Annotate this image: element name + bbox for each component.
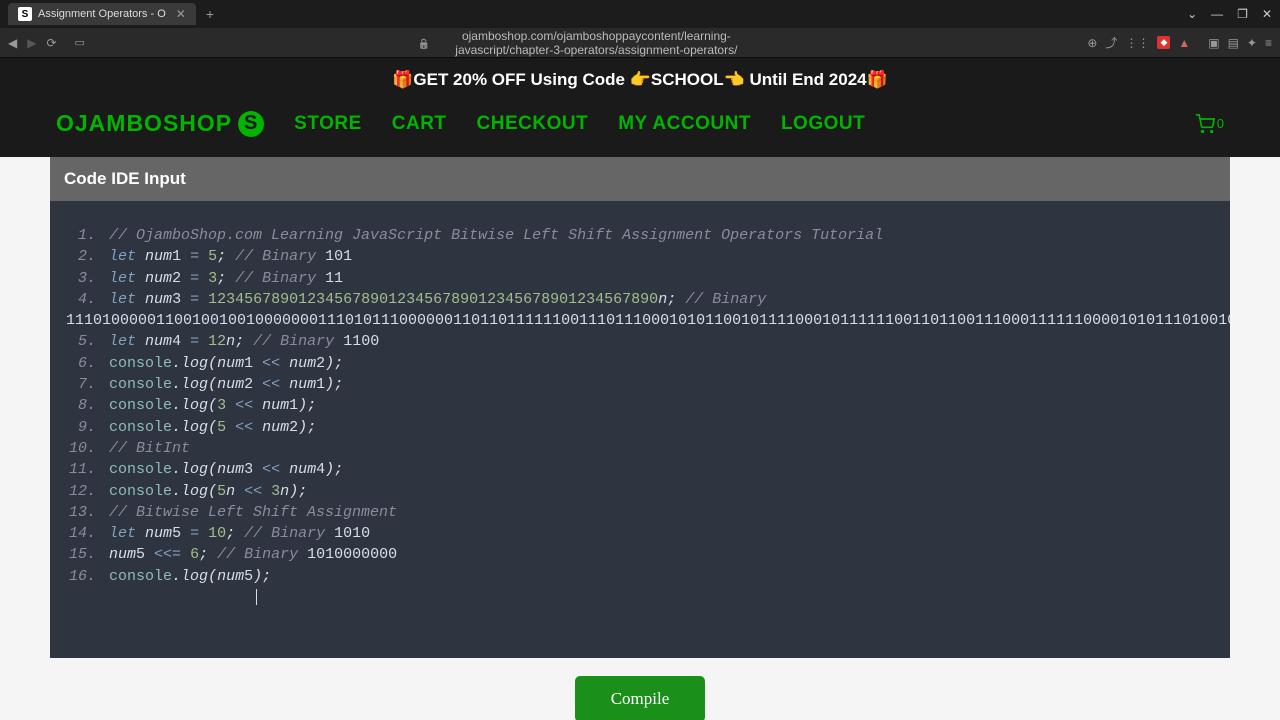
- browser-tab[interactable]: S Assignment Operators - O ✕: [8, 3, 196, 25]
- code-line: 4. let num3 = 12345678901234567890123456…: [66, 289, 1214, 310]
- close-window-icon[interactable]: ✕: [1262, 7, 1272, 21]
- compile-button[interactable]: Compile: [575, 676, 706, 720]
- page-content: 🎁GET 20% OFF Using Code 👉SCHOOL👈 Until E…: [0, 58, 1280, 720]
- tab-title: Assignment Operators - O: [38, 8, 166, 20]
- lock-icon: [418, 34, 430, 52]
- nav-bar: ◀ ▶ ⟳ ▭ ojamboshop.com/ojamboshoppaycont…: [0, 28, 1280, 58]
- code-line: 5. let num4 = 12n; // Binary 1100: [66, 331, 1214, 352]
- code-line: 12. console.log(5n << 3n);: [66, 481, 1214, 502]
- code-line: 1. // OjamboShop.com Learning JavaScript…: [66, 225, 1214, 246]
- logo-badge-icon: S: [238, 111, 264, 137]
- code-line: 9. console.log(5 << num2);: [66, 417, 1214, 438]
- nav-cart[interactable]: CART: [392, 113, 447, 135]
- rss-icon[interactable]: ⋮⋮: [1125, 36, 1149, 50]
- code-editor[interactable]: 1. // OjamboShop.com Learning JavaScript…: [50, 201, 1230, 658]
- url-bar[interactable]: ▭ ojamboshop.com/ojamboshoppaycontent/le…: [67, 29, 1199, 57]
- cursor-line: [66, 587, 1214, 608]
- reader-icon[interactable]: ▤: [1228, 36, 1239, 50]
- nav-store[interactable]: STORE: [294, 113, 362, 135]
- nav-logout[interactable]: LOGOUT: [781, 113, 865, 135]
- favicon-icon: S: [18, 7, 32, 21]
- code-line: 1110100000110010010010000000111010111000…: [66, 310, 1214, 331]
- warning-icon[interactable]: ▲: [1178, 36, 1190, 50]
- code-line: 10. // BitInt: [66, 438, 1214, 459]
- toolbar-right-icons: ▣ ▤ ✦ ≡: [1208, 36, 1272, 50]
- logo[interactable]: OJAMBOSHOP S: [56, 110, 264, 137]
- content-wrap: Code IDE Input 1. // OjamboShop.com Lear…: [0, 157, 1280, 720]
- nav-checkout[interactable]: CHECKOUT: [477, 113, 589, 135]
- code-header: Code IDE Input: [50, 157, 1230, 201]
- blocker-icon[interactable]: ◆: [1157, 36, 1170, 49]
- menu-icon[interactable]: ≡: [1265, 36, 1272, 50]
- panel-icon[interactable]: ▣: [1208, 36, 1219, 50]
- cart-icon: [1195, 114, 1215, 134]
- code-line: 8. console.log(3 << num1);: [66, 395, 1214, 416]
- code-line: 6. console.log(num1 << num2);: [66, 353, 1214, 374]
- sparkle-icon[interactable]: ✦: [1247, 36, 1257, 50]
- logo-text: OJAMBOSHOP: [56, 110, 232, 137]
- minimize-icon[interactable]: —: [1211, 7, 1223, 21]
- url-text: ojamboshop.com/ojamboshoppaycontent/lear…: [438, 29, 755, 57]
- cart-count: 0: [1217, 116, 1224, 131]
- back-button[interactable]: ◀: [8, 36, 17, 50]
- maximize-icon[interactable]: ❐: [1237, 7, 1248, 21]
- share-icon[interactable]: ⤴: [1105, 34, 1117, 51]
- forward-button[interactable]: ▶: [27, 36, 36, 50]
- promo-banner: 🎁GET 20% OFF Using Code 👉SCHOOL👈 Until E…: [0, 58, 1280, 102]
- code-line: 2. let num1 = 5; // Binary 101: [66, 246, 1214, 267]
- chevron-down-icon[interactable]: ⌄: [1187, 7, 1197, 21]
- close-tab-icon[interactable]: ✕: [176, 7, 186, 21]
- tab-bar: S Assignment Operators - O ✕ + ⌄ — ❐ ✕: [0, 0, 1280, 28]
- code-line: 13. // Bitwise Left Shift Assignment: [66, 502, 1214, 523]
- code-line: 15. num5 <<= 6; // Binary 1010000000: [66, 544, 1214, 565]
- window-controls: ⌄ — ❐ ✕: [1187, 7, 1272, 21]
- main-nav: OJAMBOSHOP S STORE CART CHECKOUT MY ACCO…: [0, 102, 1280, 157]
- new-tab-button[interactable]: +: [206, 6, 214, 22]
- code-line: 11. console.log(num3 << num4);: [66, 459, 1214, 480]
- compile-section: Compile: [50, 658, 1230, 720]
- code-line: 14. let num5 = 10; // Binary 1010: [66, 523, 1214, 544]
- nav-account[interactable]: MY ACCOUNT: [618, 113, 751, 135]
- bookmark-icon[interactable]: ▭: [75, 36, 85, 49]
- cart-widget[interactable]: 0: [1195, 114, 1224, 134]
- promo-text: 🎁GET 20% OFF Using Code 👉SCHOOL👈 Until E…: [392, 70, 888, 89]
- browser-chrome: S Assignment Operators - O ✕ + ⌄ — ❐ ✕ ◀…: [0, 0, 1280, 58]
- url-bar-icons: ⊕ ⤴ ⋮⋮ ◆ ▲: [1087, 34, 1190, 51]
- code-line: 3. let num2 = 3; // Binary 11: [66, 268, 1214, 289]
- code-line: 7. console.log(num2 << num1);: [66, 374, 1214, 395]
- code-line: 16. console.log(num5);: [66, 566, 1214, 587]
- zoom-icon[interactable]: ⊕: [1087, 36, 1097, 50]
- reload-button[interactable]: ⟳: [46, 36, 56, 50]
- code-panel: Code IDE Input 1. // OjamboShop.com Lear…: [50, 157, 1230, 658]
